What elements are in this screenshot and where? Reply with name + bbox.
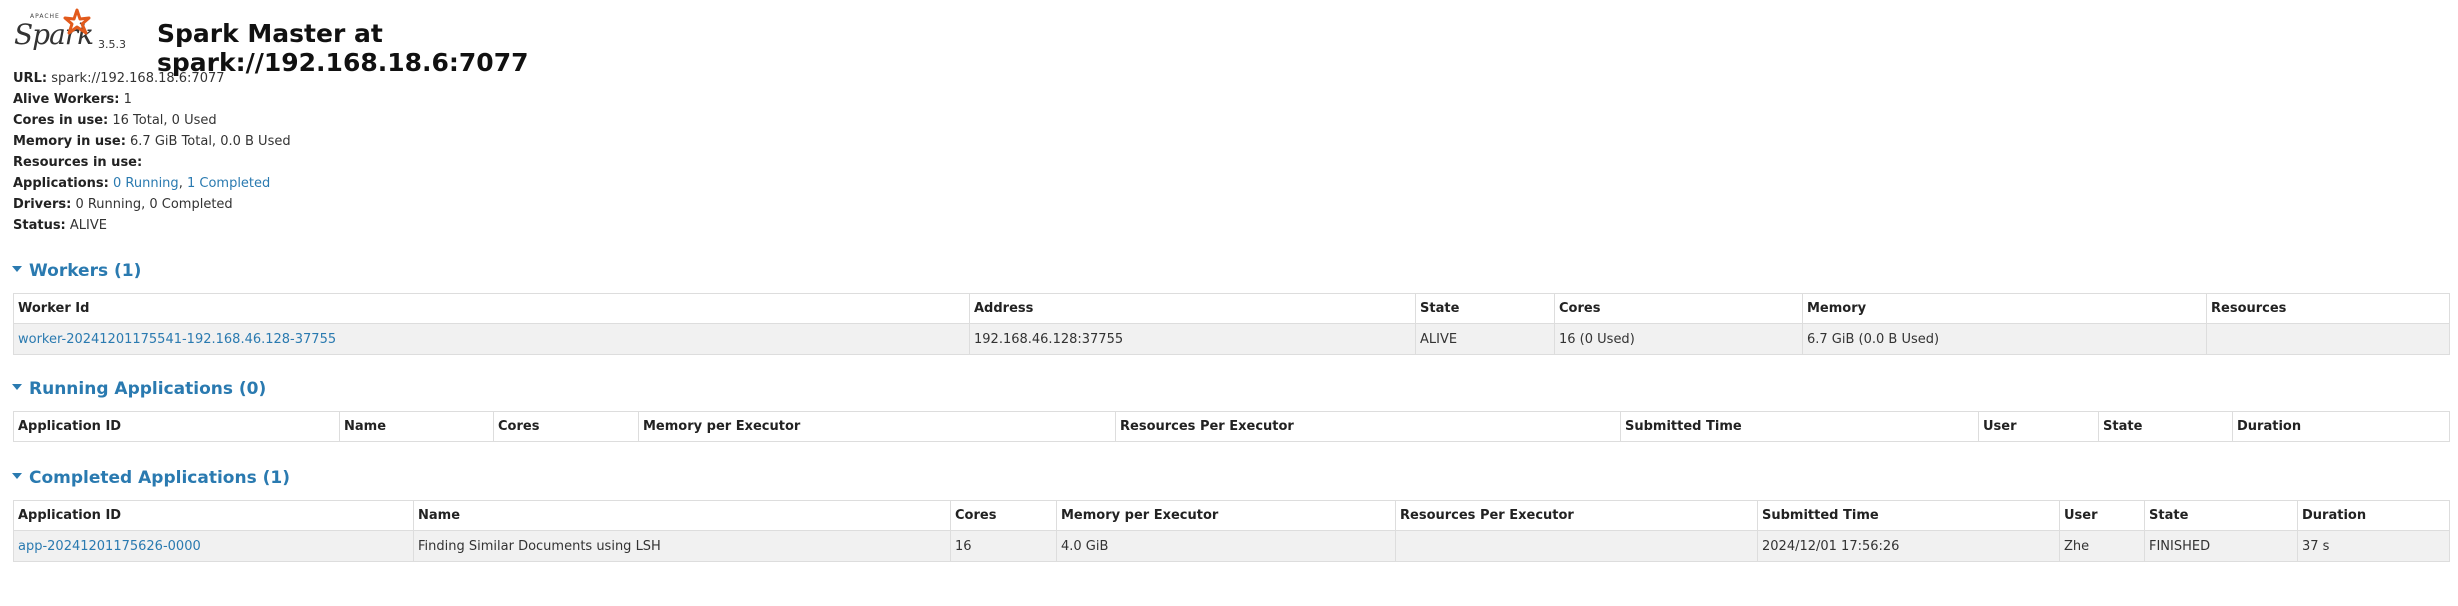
app-state: FINISHED — [2144, 530, 2298, 562]
summary-cores: Cores in use: 16 Total, 0 Used — [13, 110, 291, 131]
col-application-id[interactable]: Application ID — [13, 500, 414, 531]
col-submitted-time[interactable]: Submitted Time — [1757, 500, 2060, 531]
spark-version: 3.5.3 — [98, 38, 126, 51]
summary-status-value: ALIVE — [69, 218, 107, 233]
running-apps-header-row: Application ID Name Cores Memory per Exe… — [13, 411, 2450, 442]
collapse-arrow-icon — [12, 266, 22, 272]
completed-apps-link[interactable]: 1 Completed — [187, 176, 270, 191]
worker-address: 192.168.46.128:37755 — [969, 323, 1416, 355]
app-duration: 37 s — [2297, 530, 2450, 562]
summary-memory-value: 6.7 GiB Total, 0.0 B Used — [130, 134, 291, 149]
col-resources[interactable]: Resources — [2206, 293, 2450, 324]
summary-status-label: Status: — [13, 218, 66, 233]
app-name: Finding Similar Documents using LSH — [413, 530, 951, 562]
app-cores: 16 — [950, 530, 1057, 562]
summary-apps-label: Applications: — [13, 176, 109, 191]
col-duration[interactable]: Duration — [2232, 411, 2450, 442]
master-summary: URL: spark://192.168.18.6:7077 Alive Wor… — [13, 68, 291, 236]
col-duration[interactable]: Duration — [2297, 500, 2450, 531]
running-apps-link[interactable]: 0 Running — [113, 176, 179, 191]
app-id-cell: app-20241201175626-0000 — [13, 530, 414, 562]
col-submitted-time[interactable]: Submitted Time — [1620, 411, 1979, 442]
summary-cores-value: 16 Total, 0 Used — [112, 113, 217, 128]
worker-link[interactable]: worker-20241201175541-192.168.46.128-377… — [18, 332, 336, 347]
summary-cores-label: Cores in use: — [13, 113, 109, 128]
running-apps-section-title: Running Applications (0) — [29, 379, 267, 399]
app-submitted-time: 2024/12/01 17:56:26 — [1757, 530, 2060, 562]
col-cores[interactable]: Cores — [493, 411, 639, 442]
running-apps-section-toggle[interactable]: Running Applications (0) — [12, 379, 266, 399]
summary-url: URL: spark://192.168.18.6:7077 — [13, 68, 291, 89]
table-row: app-20241201175626-0000 Finding Similar … — [13, 530, 2450, 562]
col-resources-per-executor[interactable]: Resources Per Executor — [1115, 411, 1621, 442]
workers-section-toggle[interactable]: Workers (1) — [12, 261, 141, 281]
col-memory[interactable]: Memory — [1802, 293, 2207, 324]
summary-url-value: spark://192.168.18.6:7077 — [51, 71, 225, 86]
col-cores[interactable]: Cores — [950, 500, 1057, 531]
col-name[interactable]: Name — [339, 411, 494, 442]
app-user: Zhe — [2059, 530, 2145, 562]
col-worker-id[interactable]: Worker Id — [13, 293, 970, 324]
col-cores[interactable]: Cores — [1554, 293, 1803, 324]
summary-alive-value: 1 — [123, 92, 132, 107]
col-memory-per-executor[interactable]: Memory per Executor — [638, 411, 1116, 442]
completed-apps-section-title: Completed Applications (1) — [29, 468, 290, 488]
worker-state: ALIVE — [1415, 323, 1555, 355]
col-resources-per-executor[interactable]: Resources Per Executor — [1395, 500, 1758, 531]
col-user[interactable]: User — [2059, 500, 2145, 531]
summary-memory: Memory in use: 6.7 GiB Total, 0.0 B Used — [13, 131, 291, 152]
summary-drivers-value: 0 Running, 0 Completed — [75, 197, 233, 212]
workers-header-row: Worker Id Address State Cores Memory Res… — [13, 293, 2450, 324]
summary-drivers: Drivers: 0 Running, 0 Completed — [13, 194, 291, 215]
app-link[interactable]: app-20241201175626-0000 — [18, 539, 201, 554]
summary-alive-workers: Alive Workers: 1 — [13, 89, 291, 110]
col-user[interactable]: User — [1978, 411, 2099, 442]
completed-apps-table: Application ID Name Cores Memory per Exe… — [13, 500, 2450, 562]
summary-drivers-label: Drivers: — [13, 197, 72, 212]
worker-id-cell: worker-20241201175541-192.168.46.128-377… — [13, 323, 970, 355]
worker-cores: 16 (0 Used) — [1554, 323, 1803, 355]
workers-table: Worker Id Address State Cores Memory Res… — [13, 293, 2450, 355]
spark-logo[interactable]: APACHE Spark 3.5.3 — [12, 6, 152, 56]
summary-applications: Applications: 0 Running, 1 Completed — [13, 173, 291, 194]
running-apps-table: Application ID Name Cores Memory per Exe… — [13, 411, 2450, 442]
completed-apps-header-row: Application ID Name Cores Memory per Exe… — [13, 500, 2450, 531]
summary-resources: Resources in use: — [13, 152, 291, 173]
completed-apps-section-toggle[interactable]: Completed Applications (1) — [12, 468, 290, 488]
summary-resources-label: Resources in use: — [13, 155, 143, 170]
apps-separator: , — [178, 176, 183, 191]
summary-memory-label: Memory in use: — [13, 134, 126, 149]
summary-url-label: URL: — [13, 71, 48, 86]
col-name[interactable]: Name — [413, 500, 951, 531]
col-state[interactable]: State — [1415, 293, 1555, 324]
collapse-arrow-icon — [12, 473, 22, 479]
workers-section-title: Workers (1) — [29, 261, 142, 281]
summary-status: Status: ALIVE — [13, 215, 291, 236]
worker-resources — [2206, 323, 2450, 355]
summary-alive-label: Alive Workers: — [13, 92, 120, 107]
col-application-id[interactable]: Application ID — [13, 411, 340, 442]
col-address[interactable]: Address — [969, 293, 1416, 324]
spark-star-icon — [63, 8, 91, 35]
app-resources — [1395, 530, 1758, 562]
table-row: worker-20241201175541-192.168.46.128-377… — [13, 323, 2450, 355]
col-state[interactable]: State — [2144, 500, 2298, 531]
collapse-arrow-icon — [12, 384, 22, 390]
worker-memory: 6.7 GiB (0.0 B Used) — [1802, 323, 2207, 355]
app-memory: 4.0 GiB — [1056, 530, 1396, 562]
col-state[interactable]: State — [2098, 411, 2233, 442]
col-memory-per-executor[interactable]: Memory per Executor — [1056, 500, 1396, 531]
